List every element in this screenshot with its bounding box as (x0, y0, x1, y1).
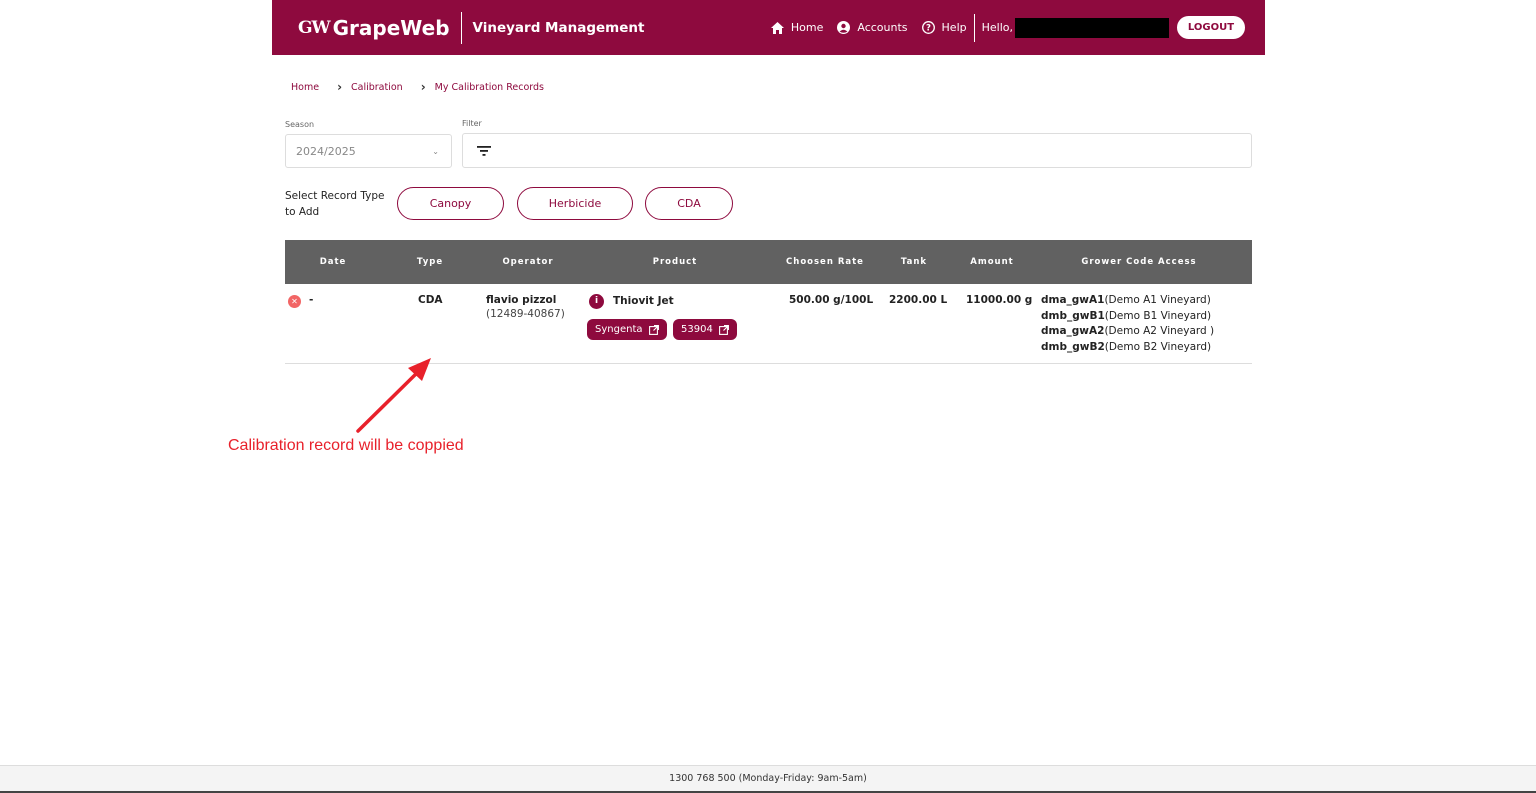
header-nav: Home Accounts ? Help Hello, LOGOUT (770, 0, 1245, 55)
product-tag-manufacturer-label: Syngenta (595, 324, 643, 335)
column-product: Product (652, 257, 698, 267)
logo-mark: GW (298, 17, 331, 38)
home-icon (770, 21, 784, 34)
season-select[interactable]: 2024/2025 ⌄ (285, 134, 452, 168)
delete-icon[interactable]: ✕ (288, 295, 301, 308)
column-type: Type (416, 257, 444, 267)
help-icon: ? (921, 21, 935, 34)
breadcrumb-my-calibration-records[interactable]: My Calibration Records (435, 82, 544, 93)
cda-button[interactable]: CDA (645, 187, 733, 220)
cell-operator-name: flavio pizzol (486, 294, 557, 306)
season-label: Season (285, 120, 315, 129)
record-type-label: Select Record Type to Add (285, 188, 384, 220)
logout-button[interactable]: LOGOUT (1177, 16, 1245, 39)
app-title: Vineyard Management (472, 19, 645, 36)
column-grower-code-access: Grower Code Access (1081, 257, 1197, 267)
grower-code-item: dmb_gwB2(Demo B2 Vineyard) (1041, 340, 1214, 356)
chevron-right-icon: › (337, 80, 343, 94)
grower-code: dma_gwA1 (1041, 294, 1105, 306)
redacted-username (1015, 17, 1169, 38)
logo[interactable]: GW GrapeWeb (298, 16, 450, 40)
cell-amount-used: 11000.00 g (966, 294, 1033, 306)
nav-divider (973, 13, 975, 42)
record-type-label-line2: to Add (285, 206, 320, 218)
grower-code-item: dma_gwA2(Demo A2 Vineyard ) (1041, 324, 1214, 340)
chevron-right-icon: › (420, 80, 426, 94)
grower-code-item: dma_gwA1(Demo A1 Vineyard) (1041, 293, 1214, 309)
season-value: 2024/2025 (296, 144, 356, 158)
logo-text: GrapeWeb (332, 15, 450, 40)
column-tank: Tank (900, 257, 928, 267)
filter-label: Filter (462, 119, 482, 128)
header-divider (460, 11, 462, 44)
table-header: Date Type Operator Product Choosen Rate … (285, 240, 1252, 311)
grower-code: dmb_gwB2 (1041, 340, 1105, 353)
product-tag-manufacturer[interactable]: Syngenta (587, 319, 667, 340)
footer: 1300 768 500 (Monday-Friday: 9am-5am) (0, 765, 1536, 793)
grower-code: dma_gwA2 (1041, 325, 1105, 337)
grower-name: (Demo A2 Vineyard ) (1104, 325, 1215, 337)
column-choosen-rate: Choosen Rate (786, 257, 864, 267)
breadcrumb-calibration[interactable]: Calibration (351, 82, 403, 93)
cell-product: Thiovit Jet (613, 295, 674, 307)
product-tag-registration[interactable]: 53904 (673, 319, 737, 340)
record-type-label-line1: Select Record Type (285, 190, 385, 202)
page: GW GrapeWeb Vineyard Management Home Acc… (0, 0, 1536, 793)
external-link-icon (648, 324, 659, 335)
chevron-down-icon: ⌄ (432, 147, 439, 156)
nav-home-label: Home (790, 21, 824, 34)
product-tag-registration-label: 53904 (681, 324, 713, 335)
nav-help[interactable]: ? Help (921, 21, 967, 34)
hello-text: Hello, (981, 21, 1013, 34)
cell-type: CDA (418, 294, 443, 306)
grower-code: dmb_gwB1 (1041, 309, 1105, 322)
cell-rate: 500.00 g/100L (789, 294, 874, 306)
grower-name: (Demo B2 Vineyard) (1104, 340, 1212, 353)
breadcrumb: Home › Calibration › My Calibration Reco… (291, 80, 544, 94)
external-link-icon (718, 324, 729, 335)
cell-grower-code-access: dma_gwA1(Demo A1 Vineyard) dmb_gwB1(Demo… (1041, 293, 1214, 355)
annotation-text: Calibration record will be coppied (228, 437, 464, 454)
account-icon (837, 21, 851, 34)
nav-accounts[interactable]: Accounts (837, 21, 908, 34)
breadcrumb-home[interactable]: Home (291, 82, 319, 93)
info-icon[interactable]: i (589, 294, 604, 309)
grower-name: (Demo B1 Vineyard) (1104, 309, 1212, 322)
column-amount-used: Amount Used (970, 257, 1014, 311)
filter-icon (477, 146, 491, 156)
footer-contact: 1300 768 500 (Monday-Friday: 9am-5am) (669, 773, 867, 784)
filter-input[interactable] (462, 133, 1252, 168)
nav-help-label: Help (941, 21, 967, 34)
svg-text:?: ? (926, 24, 931, 34)
top-header: GW GrapeWeb Vineyard Management Home Acc… (272, 0, 1265, 55)
cell-tank: 2200.00 L (889, 294, 948, 306)
column-date: Date (319, 257, 347, 267)
cell-date: - (309, 294, 314, 306)
nav-accounts-label: Accounts (857, 21, 908, 34)
annotation-arrow (356, 358, 431, 433)
cell-operator-id: (12489-40867) (486, 308, 565, 320)
canopy-button[interactable]: Canopy (397, 187, 504, 220)
grower-code-item: dmb_gwB1(Demo B1 Vineyard) (1041, 309, 1214, 325)
column-operator: Operator (502, 257, 554, 267)
herbicide-button[interactable]: Herbicide (517, 187, 633, 220)
grower-name: (Demo A1 Vineyard) (1104, 294, 1211, 306)
nav-home[interactable]: Home (770, 21, 824, 34)
